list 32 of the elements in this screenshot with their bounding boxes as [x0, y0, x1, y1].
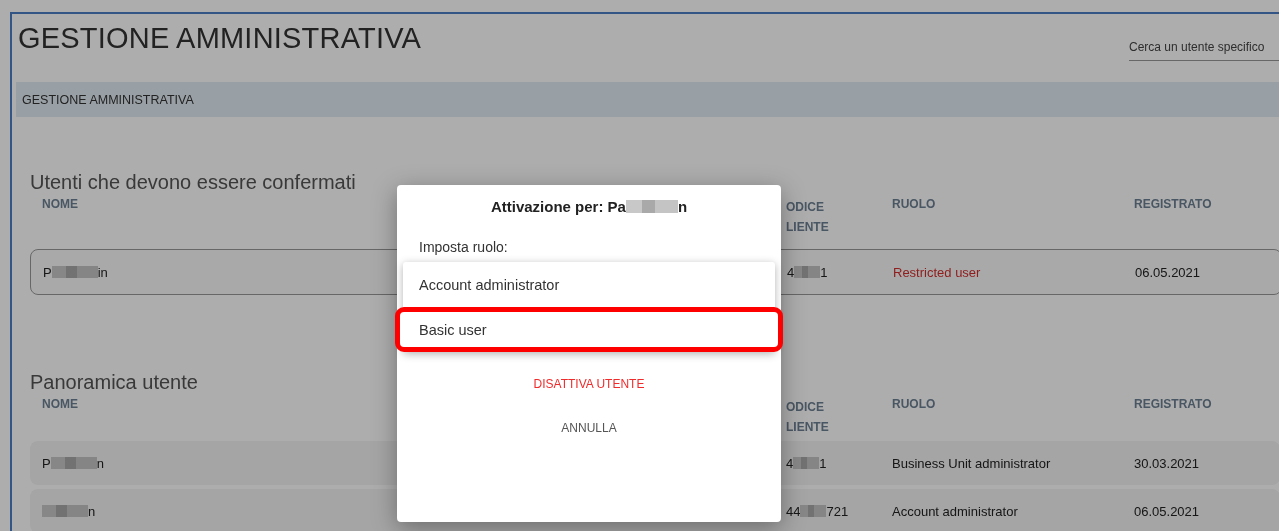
- column-header: REGISTRATO: [1134, 197, 1212, 211]
- column-header: ODICE LIENTE: [786, 199, 830, 236]
- table-cell: 06.05.2021: [1135, 264, 1201, 280]
- table-cell: Account administrator: [892, 503, 1018, 519]
- table-cell: 1: [819, 455, 827, 471]
- dialog-title: n: [677, 198, 688, 215]
- table-cell: Restricted user: [893, 264, 981, 280]
- column-header: NOME: [42, 197, 78, 211]
- table-cell: 4: [786, 455, 794, 471]
- dialog-title: Attivazione per: Pa: [490, 198, 626, 215]
- table-cell: P: [42, 455, 51, 471]
- table-cell: 721: [826, 503, 849, 519]
- section-title: Utenti che devono essere confermati: [30, 171, 356, 194]
- table-cell: 1: [820, 264, 828, 280]
- table-cell: in: [97, 264, 108, 280]
- column-header: ODICE LIENTE: [786, 399, 830, 436]
- column-header: REGISTRATO: [1134, 397, 1212, 411]
- breadcrumb-text: GESTIONE AMMINISTRATIVA: [22, 92, 194, 107]
- table-cell: Business Unit administrator: [892, 455, 1051, 471]
- table-cell: 30.03.2021: [1134, 455, 1200, 471]
- table-cell: n: [88, 503, 96, 519]
- table-cell: P: [43, 264, 52, 280]
- column-header: RUOLO: [892, 197, 936, 211]
- table-cell: 06.05.2021: [1134, 503, 1200, 519]
- column-header: NOME: [42, 397, 78, 411]
- page-title: GESTIONE AMMINISTRATIVA: [18, 22, 422, 55]
- role-label: Imposta ruolo:: [419, 239, 509, 255]
- table-cell: 44: [786, 503, 801, 519]
- table-cell: n: [96, 455, 104, 471]
- table-cell: 4: [787, 264, 795, 280]
- column-header: RUOLO: [892, 397, 936, 411]
- section-title: Panoramica utente: [30, 371, 198, 394]
